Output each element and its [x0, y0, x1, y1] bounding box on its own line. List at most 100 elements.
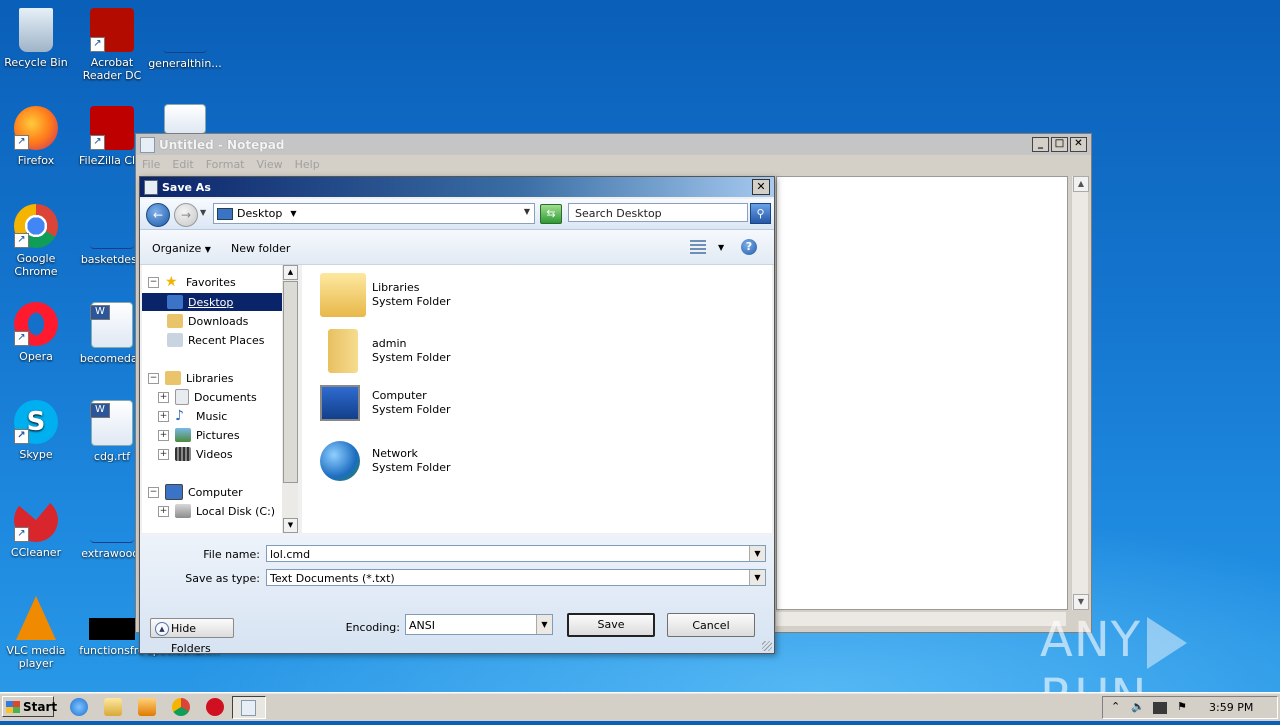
- tree-recent-places[interactable]: Recent Places: [167, 331, 265, 349]
- view-dropdown-icon[interactable]: ▼: [718, 243, 724, 252]
- libraries-folder-icon: [320, 273, 366, 317]
- expand-icon[interactable]: +: [158, 391, 169, 403]
- chevron-down-icon[interactable]: ▼: [536, 615, 552, 634]
- encoding-select[interactable]: ANSI ▼: [405, 614, 553, 635]
- expand-icon[interactable]: +: [158, 429, 169, 441]
- list-item-libraries[interactable]: Libraries System Folder: [320, 273, 451, 317]
- expand-icon[interactable]: +: [158, 410, 169, 422]
- tree-libraries[interactable]: − Libraries: [148, 369, 234, 387]
- tree-local-disk[interactable]: + Local Disk (C:): [158, 502, 275, 520]
- menu-file[interactable]: File: [142, 158, 160, 171]
- skype-icon: S ↗: [14, 400, 58, 444]
- scroll-up-arrow-icon[interactable]: ▲: [283, 265, 298, 280]
- internet-explorer-icon[interactable]: [70, 698, 88, 716]
- menu-format[interactable]: Format: [206, 158, 245, 171]
- item-name: Libraries: [372, 281, 420, 294]
- tree-downloads[interactable]: Downloads: [167, 312, 248, 330]
- notepad-vertical-scrollbar[interactable]: ▲ ▼: [1071, 176, 1089, 610]
- file-explorer-icon[interactable]: [104, 698, 122, 716]
- shortcut-arrow-icon: W: [90, 403, 110, 418]
- address-bar[interactable]: Desktop ▼ ▼: [213, 203, 535, 224]
- expand-icon[interactable]: +: [158, 505, 169, 517]
- minimize-button[interactable]: _: [1032, 137, 1049, 152]
- file-name-input[interactable]: lol.cmd ▼: [266, 545, 766, 562]
- recent-pages-dropdown-icon[interactable]: ▼: [200, 208, 206, 217]
- opera-icon: ↗: [14, 302, 58, 346]
- notepad-horizontal-scrollbar[interactable]: [776, 612, 1066, 626]
- hide-folders-button[interactable]: ▲ Hide Folders: [150, 618, 234, 655]
- desktop-icon-ccleaner[interactable]: ↗ CCleaner: [0, 498, 74, 559]
- resize-grip-icon[interactable]: [762, 641, 772, 651]
- search-icon[interactable]: ⚲: [750, 203, 771, 224]
- breadcrumb-arrow-icon[interactable]: ▼: [290, 209, 296, 218]
- refresh-button[interactable]: ⇆: [540, 204, 562, 224]
- collapse-icon[interactable]: −: [148, 486, 159, 498]
- action-center-flag-icon[interactable]: ⚑: [1177, 700, 1187, 713]
- chevron-down-icon[interactable]: ▼: [749, 570, 765, 585]
- taskbar-notepad-button[interactable]: [232, 696, 266, 719]
- notepad-title-bar[interactable]: Untitled - Notepad _ □ ✕: [136, 134, 1091, 155]
- desktop-icon-vlc[interactable]: VLC media player: [0, 596, 74, 670]
- desktop-icon-firefox[interactable]: ↗ Firefox: [0, 106, 74, 167]
- desktop-icon-chrome[interactable]: ↗ Google Chrome: [0, 204, 74, 278]
- list-item-admin[interactable]: admin System Folder: [320, 329, 451, 373]
- tree-videos[interactable]: + Videos: [158, 445, 233, 463]
- forward-button[interactable]: →: [174, 203, 198, 227]
- search-input[interactable]: Search Desktop: [568, 203, 748, 222]
- show-hidden-icons-icon[interactable]: ⌃: [1111, 700, 1120, 713]
- menu-help[interactable]: Help: [295, 158, 320, 171]
- desktop-icon-generalthin[interactable]: generalthin...: [147, 8, 223, 70]
- dialog-close-button[interactable]: ✕: [752, 179, 770, 195]
- opera-icon[interactable]: [206, 698, 224, 716]
- scroll-up-arrow-icon[interactable]: ▲: [1073, 176, 1089, 192]
- chrome-icon[interactable]: [172, 698, 190, 716]
- menu-view[interactable]: View: [257, 158, 283, 171]
- encoding-value: ANSI: [409, 619, 435, 632]
- tree-favorites[interactable]: − ★ Favorites: [148, 273, 236, 291]
- tree-label: Pictures: [196, 428, 240, 442]
- organize-button[interactable]: Organize ▼: [152, 242, 211, 255]
- maximize-button[interactable]: □: [1051, 137, 1068, 152]
- tree-computer[interactable]: − Computer: [148, 483, 243, 501]
- collapse-icon[interactable]: −: [148, 372, 159, 384]
- desktop-icon-recycle-bin[interactable]: Recycle Bin: [0, 8, 74, 69]
- desktop-icon-opera[interactable]: ↗ Opera: [0, 302, 74, 363]
- tree-pictures[interactable]: + Pictures: [158, 426, 240, 444]
- back-button[interactable]: ←: [146, 203, 170, 227]
- scroll-down-arrow-icon[interactable]: ▼: [283, 518, 298, 533]
- change-view-icon[interactable]: [690, 240, 706, 254]
- navigation-scrollbar[interactable]: ▲ ▼: [282, 265, 298, 533]
- desktop-icon-acrobat[interactable]: ↗ Acrobat Reader DC: [74, 8, 150, 82]
- list-item-network[interactable]: Network System Folder: [320, 441, 451, 481]
- save-as-type-select[interactable]: Text Documents (*.txt) ▼: [266, 569, 766, 586]
- volume-icon[interactable]: 🔈: [1131, 700, 1145, 713]
- collapse-icon[interactable]: −: [148, 276, 159, 288]
- expand-icon[interactable]: +: [158, 448, 169, 460]
- save-button[interactable]: Save: [567, 613, 655, 637]
- navigation-pane[interactable]: − ★ Favorites Desktop Downloads Recent P…: [142, 265, 297, 533]
- tree-desktop[interactable]: Desktop: [142, 293, 282, 311]
- tree-music[interactable]: + ♪ Music: [158, 407, 227, 425]
- clock[interactable]: 3:59 PM: [1209, 701, 1253, 714]
- notepad-text-area[interactable]: [776, 176, 1068, 610]
- chevron-down-icon[interactable]: ▼: [749, 546, 765, 561]
- desktop-icon-skype[interactable]: S ↗ Skype: [0, 400, 74, 461]
- new-folder-button[interactable]: New folder: [231, 242, 290, 255]
- media-player-icon[interactable]: [138, 698, 156, 716]
- item-name: Computer: [372, 389, 427, 402]
- save-as-dialog[interactable]: Save As ✕ ← → ▼ Desktop ▼ ▼ ⇆ Search Des…: [139, 176, 775, 655]
- dialog-title-bar[interactable]: Save As: [140, 177, 774, 197]
- tree-documents[interactable]: + Documents: [158, 388, 257, 406]
- start-button[interactable]: Start: [2, 696, 57, 717]
- list-item-computer[interactable]: Computer System Folder: [320, 385, 451, 421]
- close-button[interactable]: ✕: [1070, 137, 1087, 152]
- network-icon[interactable]: [1153, 702, 1167, 714]
- cancel-button[interactable]: Cancel: [667, 613, 755, 637]
- menu-edit[interactable]: Edit: [172, 158, 193, 171]
- file-list[interactable]: Libraries System Folder admin System Fol…: [302, 265, 772, 533]
- address-dropdown-icon[interactable]: ▼: [524, 207, 530, 216]
- libraries-icon: [165, 371, 181, 385]
- help-icon[interactable]: ?: [741, 239, 757, 255]
- scrollbar-thumb[interactable]: [283, 281, 298, 483]
- scroll-down-arrow-icon[interactable]: ▼: [1073, 594, 1089, 610]
